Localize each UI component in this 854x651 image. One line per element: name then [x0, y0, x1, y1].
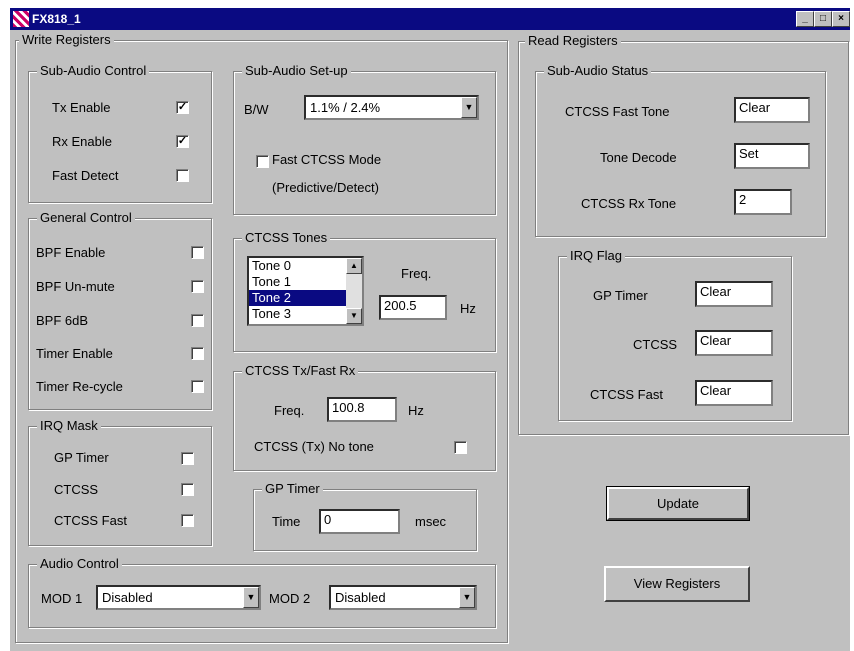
- rx-enable-label: Rx Enable: [52, 134, 112, 149]
- mod1-select[interactable]: Disabled ▼: [96, 585, 261, 610]
- time-unit: msec: [415, 514, 447, 529]
- irq-ctcss-fast-label: CTCSS Fast: [54, 513, 127, 528]
- sub-audio-setup-group: Sub-Audio Set-up B/W 1.1% / 2.4% ▼ Fast …: [233, 63, 496, 215]
- sub-audio-setup-label: Sub-Audio Set-up: [242, 63, 351, 78]
- mod1-label: MOD 1: [41, 591, 83, 606]
- audio-control-label: Audio Control: [37, 556, 122, 571]
- flag-ctcss-fast-field[interactable]: Clear: [695, 380, 773, 406]
- fast-ctcss-sublabel: (Predictive/Detect): [272, 180, 379, 195]
- bw-select-value: 1.1% / 2.4%: [310, 100, 381, 115]
- general-control-label: General Control: [37, 210, 135, 225]
- gp-timer-label: GP Timer: [262, 481, 323, 496]
- bpf-enable-checkbox[interactable]: [191, 246, 204, 259]
- irq-ctcss-checkbox[interactable]: [181, 483, 194, 496]
- title-bar[interactable]: FX818_1 _ □ ×: [10, 8, 850, 30]
- mod2-label: MOD 2: [269, 591, 311, 606]
- tone-freq-field[interactable]: 200.5: [379, 295, 447, 320]
- scrollbar[interactable]: ▲ ▼: [346, 258, 362, 324]
- bw-label: B/W: [244, 102, 269, 117]
- flag-ctcss-label: CTCSS: [633, 337, 678, 352]
- tone-list[interactable]: Tone 0 Tone 1 Tone 2 Tone 3 ▲ ▼: [247, 256, 364, 326]
- ctcss-tx-group: CTCSS Tx/Fast Rx Freq. 100.8 Hz CTCSS (T…: [233, 363, 496, 471]
- tx-freq-unit: Hz: [408, 403, 424, 418]
- sub-audio-status-label: Sub-Audio Status: [544, 63, 652, 78]
- irq-flag-group: IRQ Flag GP Timer Clear CTCSS Clear CTCS…: [558, 248, 792, 421]
- tone-decode-label: Tone Decode: [600, 150, 677, 165]
- general-control-group: General Control BPF Enable BPF Un-mute B…: [28, 210, 212, 410]
- scroll-up-icon[interactable]: ▲: [346, 258, 362, 274]
- bw-select[interactable]: 1.1% / 2.4% ▼: [304, 95, 479, 120]
- sub-audio-control-label: Sub-Audio Control: [37, 63, 150, 78]
- gp-timer-group: GP Timer Time 0 msec: [253, 481, 477, 551]
- fast-ctcss-label: Fast CTCSS Mode: [272, 152, 382, 167]
- tone-freq-unit: Hz: [460, 301, 476, 316]
- irq-mask-label: IRQ Mask: [37, 418, 101, 433]
- read-registers-label: Read Registers: [525, 33, 621, 48]
- flag-gp-timer-label: GP Timer: [593, 288, 648, 303]
- scroll-down-icon[interactable]: ▼: [346, 308, 362, 324]
- irq-ctcss-label: CTCSS: [54, 482, 99, 497]
- rx-enable-checkbox[interactable]: ✓: [176, 135, 189, 148]
- view-registers-button[interactable]: View Registers: [604, 566, 750, 602]
- irq-ctcss-fast-checkbox[interactable]: [181, 514, 194, 527]
- no-tone-checkbox[interactable]: [454, 441, 467, 454]
- timer-recycle-label: Timer Re-cycle: [36, 379, 123, 394]
- rx-tone-field[interactable]: 2: [734, 189, 792, 215]
- app-window: FX818_1 _ □ × Write Registers Sub-Audio …: [10, 8, 850, 651]
- irq-gp-timer-checkbox[interactable]: [181, 452, 194, 465]
- flag-ctcss-field[interactable]: Clear: [695, 330, 773, 356]
- tx-enable-label: Tx Enable: [52, 100, 111, 115]
- irq-flag-label: IRQ Flag: [567, 248, 626, 263]
- tx-freq-label: Freq.: [274, 403, 305, 418]
- ctcss-tx-label: CTCSS Tx/Fast Rx: [242, 363, 359, 378]
- irq-gp-timer-label: GP Timer: [54, 450, 109, 465]
- fast-ctcss-checkbox[interactable]: [256, 155, 269, 168]
- close-button[interactable]: ×: [832, 11, 850, 27]
- fast-tone-label: CTCSS Fast Tone: [565, 104, 670, 119]
- irq-mask-group: IRQ Mask GP Timer CTCSS CTCSS Fast: [28, 418, 212, 546]
- ctcss-tones-group: CTCSS Tones Tone 0 Tone 1 Tone 2 Tone 3 …: [233, 230, 496, 352]
- sub-audio-control-group: Sub-Audio Control Tx Enable ✓ Rx Enable …: [28, 63, 212, 203]
- bpf-6db-checkbox[interactable]: [191, 314, 204, 327]
- app-icon: [13, 11, 29, 27]
- minimize-button[interactable]: _: [796, 11, 814, 27]
- fast-detect-checkbox[interactable]: [176, 169, 189, 182]
- mod2-select-value: Disabled: [335, 590, 386, 605]
- audio-control-group: Audio Control MOD 1 Disabled ▼ MOD 2 Dis…: [28, 556, 496, 628]
- flag-ctcss-fast-label: CTCSS Fast: [590, 387, 663, 402]
- fast-detect-label: Fast Detect: [52, 168, 119, 183]
- ctcss-tones-label: CTCSS Tones: [242, 230, 331, 245]
- time-field[interactable]: 0: [319, 509, 400, 534]
- timer-enable-label: Timer Enable: [36, 346, 113, 361]
- bpf-unmute-checkbox[interactable]: [191, 280, 204, 293]
- window-title: FX818_1: [32, 12, 81, 26]
- tx-enable-checkbox[interactable]: ✓: [176, 101, 189, 114]
- tx-freq-field[interactable]: 100.8: [327, 397, 397, 422]
- mod2-select[interactable]: Disabled ▼: [329, 585, 477, 610]
- fast-tone-field[interactable]: Clear: [734, 97, 810, 123]
- update-button[interactable]: Update: [606, 486, 750, 521]
- timer-recycle-checkbox[interactable]: [191, 380, 204, 393]
- chevron-down-icon[interactable]: ▼: [459, 587, 475, 608]
- rx-tone-label: CTCSS Rx Tone: [581, 196, 677, 211]
- timer-enable-checkbox[interactable]: [191, 347, 204, 360]
- mod1-select-value: Disabled: [102, 590, 153, 605]
- no-tone-label: CTCSS (Tx) No tone: [254, 439, 374, 454]
- bpf-6db-label: BPF 6dB: [36, 313, 89, 328]
- bpf-unmute-label: BPF Un-mute: [36, 279, 115, 294]
- time-label: Time: [272, 514, 301, 529]
- bpf-enable-label: BPF Enable: [36, 245, 106, 260]
- sub-audio-status-group: Sub-Audio Status CTCSS Fast Tone Clear T…: [535, 63, 826, 237]
- tone-decode-field[interactable]: Set: [734, 143, 810, 169]
- flag-gp-timer-field[interactable]: Clear: [695, 281, 773, 307]
- chevron-down-icon[interactable]: ▼: [243, 587, 259, 608]
- tone-freq-label: Freq.: [401, 266, 432, 281]
- maximize-button[interactable]: □: [814, 11, 832, 27]
- write-registers-label: Write Registers: [19, 32, 114, 47]
- chevron-down-icon[interactable]: ▼: [461, 97, 477, 118]
